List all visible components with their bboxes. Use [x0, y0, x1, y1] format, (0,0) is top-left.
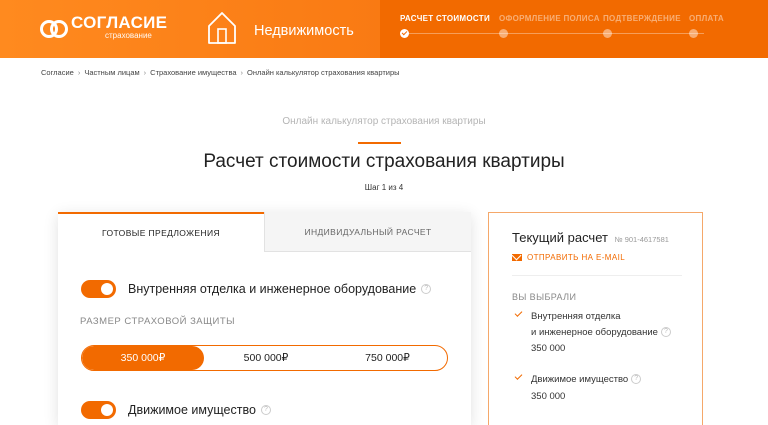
chosen-item-movables: Движимое имущество? 350 000: [514, 372, 642, 402]
help-icon[interactable]: ?: [421, 284, 432, 294]
breadcrumb-property[interactable]: Страхование имущества: [150, 68, 236, 77]
help-icon[interactable]: ?: [660, 326, 671, 337]
chosen-item-line2-row: и инженерное оборудование?: [531, 325, 671, 341]
steps-line: [404, 33, 704, 34]
breadcrumb-separator: ›: [143, 68, 147, 77]
summary-title-row: Текущий расчет № 901-4617581: [512, 230, 669, 245]
movables-label: Движимое имущество: [128, 403, 256, 417]
interior-label: Внутренняя отделка и инженерное оборудов…: [128, 282, 417, 296]
coverage-amount-selector: 350 000₽ 500 000₽ 750 000₽: [81, 345, 448, 371]
logo-name: СОГЛАСИЕ: [71, 13, 168, 32]
chosen-label: Вы выбрали: [512, 292, 577, 302]
step-confirmation: Подтверждение: [603, 14, 681, 23]
amount-option-500000[interactable]: 500 000₽: [204, 346, 328, 370]
chosen-item-value: 350 000: [531, 390, 566, 402]
step-payment: Оплата: [689, 14, 724, 23]
title-accent-bar: [358, 142, 401, 144]
option-movables-row: Движимое имущество ?: [81, 401, 271, 419]
chosen-item-label: Движимое имущество: [531, 374, 629, 385]
chosen-item-line1: Внутренняя отделка: [531, 311, 621, 322]
calculator-tabs: Готовые предложения Индивидуальный расче…: [58, 212, 471, 252]
chosen-item-line2: и инженерное оборудование: [531, 326, 658, 338]
check-icon: [514, 372, 523, 380]
step-calculation-dot-icon: [400, 29, 409, 38]
progress-steps: Расчет стоимости Оформление полиса Подтв…: [380, 0, 768, 58]
chosen-item-value: 350 000: [531, 343, 566, 354]
summary-divider: [512, 275, 682, 276]
logo[interactable]: СОГЛАСИЕ страхование: [40, 13, 168, 40]
page-title: Расчет стоимости страхования квартиры: [203, 151, 565, 172]
movables-toggle[interactable]: [81, 401, 116, 419]
page-kicker: Онлайн калькулятор страхования квартиры: [282, 116, 486, 127]
tab-ready-offers[interactable]: Готовые предложения: [58, 212, 264, 252]
send-email-link[interactable]: Отправить на e-mail: [512, 253, 625, 262]
option-interior-row: Внутренняя отделка и инженерное оборудов…: [81, 280, 432, 298]
chosen-item-label-row: Движимое имущество?: [531, 372, 642, 388]
amount-option-350000[interactable]: 350 000₽: [82, 346, 204, 370]
logo-subtitle: страхование: [105, 31, 152, 40]
breadcrumb-separator: ›: [77, 68, 81, 77]
help-icon[interactable]: ?: [260, 405, 271, 415]
breadcrumb-home[interactable]: Согласие: [41, 68, 74, 77]
house-icon: [207, 11, 237, 50]
interior-toggle[interactable]: [81, 280, 116, 298]
breadcrumb-separator: ›: [240, 68, 244, 77]
breadcrumb-private[interactable]: Частным лицам: [84, 68, 139, 77]
tab-individual-calculation[interactable]: Индивидуальный расчет: [264, 212, 471, 252]
step-policy: Оформление полиса: [499, 14, 600, 23]
coverage-label: Размер страховой защиты: [80, 316, 236, 327]
step-policy-dot-icon: [499, 29, 508, 38]
calculation-number: № 901-4617581: [614, 235, 669, 244]
product-section: Недвижимость: [207, 11, 354, 50]
site-header: СОГЛАСИЕ страхование Недвижимость Расчет…: [0, 0, 768, 58]
step-confirmation-dot-icon: [603, 29, 612, 38]
step-payment-dot-icon: [689, 29, 698, 38]
amount-option-750000[interactable]: 750 000₽: [328, 346, 447, 370]
product-title: Недвижимость: [254, 22, 354, 39]
summary-title: Текущий расчет: [512, 230, 608, 245]
step-counter: Шаг 1 из 4: [364, 183, 404, 192]
chosen-item-interior: Внутренняя отделка и инженерное оборудов…: [514, 309, 671, 354]
breadcrumb: Согласие › Частным лицам › Страхование и…: [41, 68, 400, 77]
logo-mark-icon: [40, 17, 68, 39]
summary-panel: Текущий расчет № 901-4617581 Отправить н…: [488, 212, 703, 425]
calculator-card: Готовые предложения Индивидуальный расче…: [58, 212, 471, 425]
breadcrumb-current: Онлайн калькулятор страхования квартиры: [247, 68, 400, 77]
help-icon[interactable]: ?: [631, 374, 642, 385]
send-email-label: Отправить на e-mail: [527, 253, 626, 262]
check-icon: [514, 309, 523, 317]
mail-icon: [512, 254, 522, 261]
step-calculation: Расчет стоимости: [400, 14, 490, 23]
